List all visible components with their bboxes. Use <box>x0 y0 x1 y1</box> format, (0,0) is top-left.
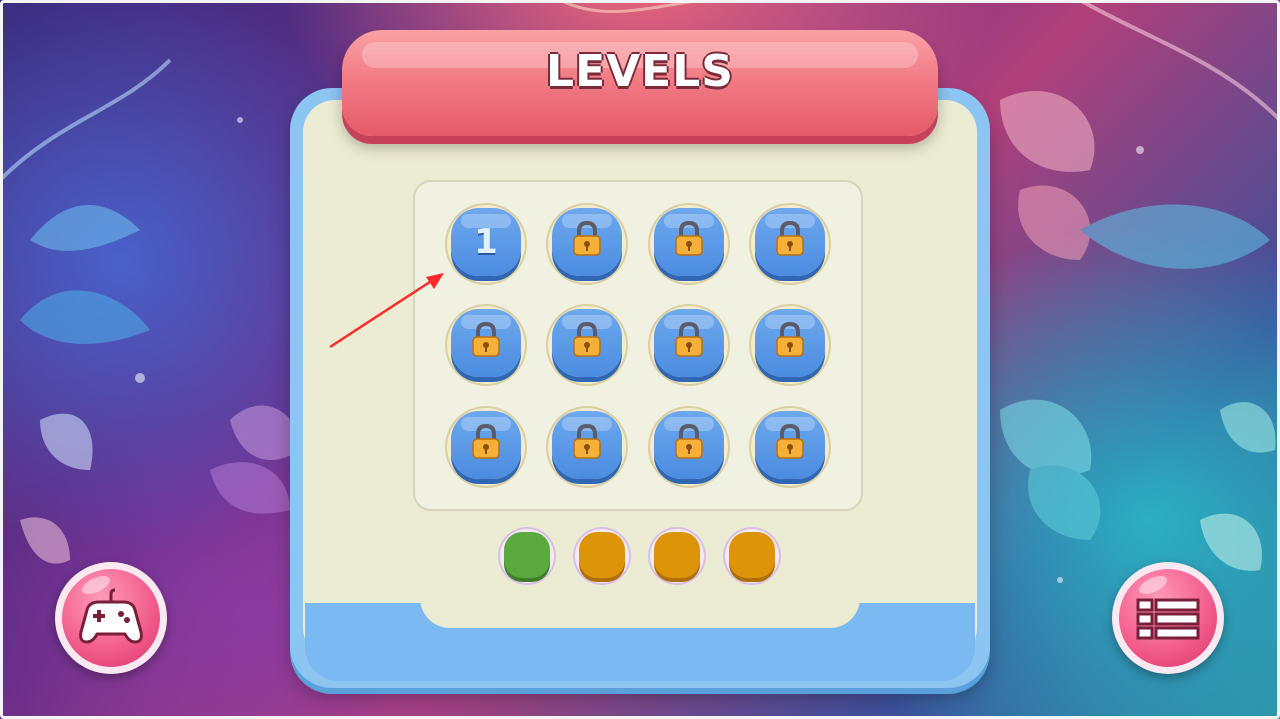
page-indicator-3[interactable] <box>648 527 706 585</box>
page-indicator-fill <box>579 532 625 578</box>
menu-list-button[interactable] <box>1112 562 1224 674</box>
page-indicator-2[interactable] <box>573 527 631 585</box>
page-indicator-fill <box>654 532 700 578</box>
list-menu-icon <box>1136 598 1200 640</box>
gamepad-button[interactable] <box>55 562 167 674</box>
page-indicator-fill <box>729 532 775 578</box>
page-indicator-4[interactable] <box>723 527 781 585</box>
page-indicator-1[interactable] <box>498 527 556 585</box>
page-indicator-fill <box>504 532 550 578</box>
pointer-arrow <box>329 273 444 349</box>
gamepad-icon <box>79 588 143 644</box>
